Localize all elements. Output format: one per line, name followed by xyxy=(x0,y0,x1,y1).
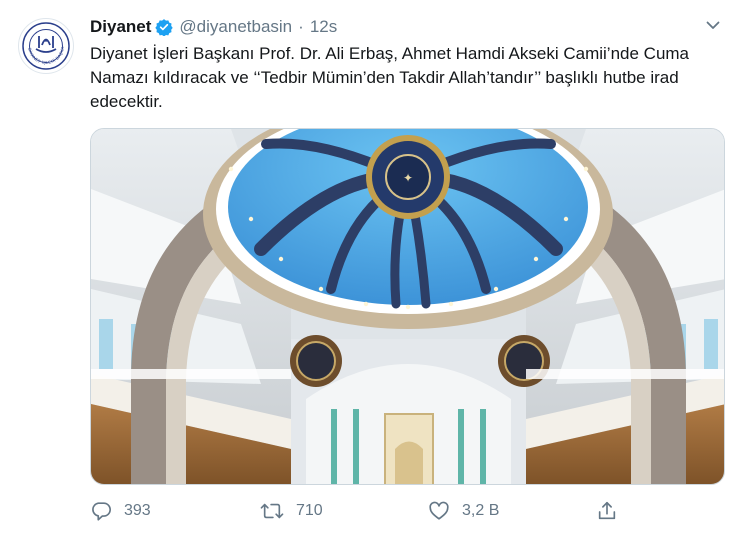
share-icon xyxy=(598,501,616,520)
svg-text:✦: ✦ xyxy=(403,171,413,185)
like-button[interactable]: 3,2 B xyxy=(428,497,499,525)
more-options-button[interactable] xyxy=(702,14,724,36)
retweet-count: 710 xyxy=(296,502,323,519)
heart-icon xyxy=(429,501,449,520)
like-count: 3,2 B xyxy=(462,502,500,519)
share-button[interactable] xyxy=(596,497,618,525)
reply-button[interactable]: 393 xyxy=(90,497,151,525)
diyanet-logo-icon: DİYANET İŞLERİ BAŞKANLIĞI xyxy=(21,21,70,70)
tweet-text: Diyanet İşleri Başkanı Prof. Dr. Ali Erb… xyxy=(90,44,690,111)
retweet-button[interactable]: 710 xyxy=(260,497,323,525)
separator-dot: · xyxy=(298,17,304,36)
mosque-dome-photo: ✦ xyxy=(91,129,724,484)
tweet-image[interactable]: ✦ xyxy=(90,128,725,485)
verified-badge-icon xyxy=(155,18,174,36)
tweet-card[interactable]: DİYANET İŞLERİ BAŞKANLIĞI Diyanet @diyan… xyxy=(0,0,741,535)
reply-count: 393 xyxy=(124,502,151,519)
tweet-header: Diyanet @diyanetbasin · 12s xyxy=(90,14,337,40)
display-name[interactable]: Diyanet xyxy=(90,17,151,37)
chevron-down-icon xyxy=(706,21,720,29)
tweet-actions: 393 710 3,2 B xyxy=(90,497,635,525)
avatar[interactable]: DİYANET İŞLERİ BAŞKANLIĞI xyxy=(18,18,74,74)
timestamp[interactable]: 12s xyxy=(310,17,337,37)
retweet-icon xyxy=(260,503,284,519)
reply-icon xyxy=(92,502,111,521)
handle[interactable]: @diyanetbasin xyxy=(179,17,292,37)
